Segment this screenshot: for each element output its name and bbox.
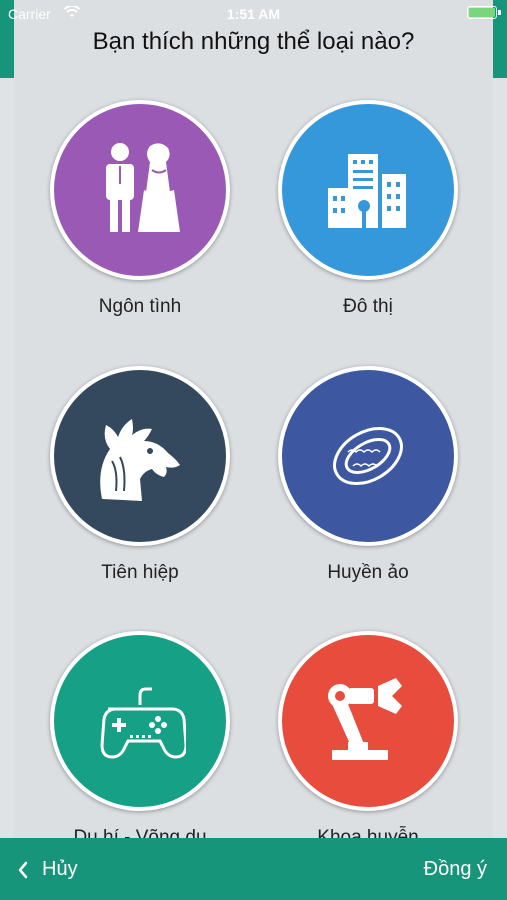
left-gutter xyxy=(0,78,14,838)
magic-ring-icon xyxy=(333,427,403,485)
agree-button[interactable]: Đồng ý xyxy=(424,858,487,881)
page-title: Bạn thích những thể loại nào? xyxy=(92,28,415,55)
genre-circle[interactable] xyxy=(50,100,230,280)
dragon-icon xyxy=(100,419,180,501)
genre-label: Khoa huyễn xyxy=(317,827,419,838)
genre-item-xianxia[interactable]: Tiên hiệp xyxy=(48,366,232,584)
genre-label: Tiên hiệp xyxy=(101,562,179,583)
bottom-bar: Hủy Đồng ý xyxy=(0,838,507,900)
cancel-button[interactable]: Hủy xyxy=(18,858,78,881)
battery-icon xyxy=(467,6,501,19)
genre-panel: Bạn thích những thể loại nào? Ngôn tình xyxy=(14,0,493,838)
genre-item-fantasy[interactable]: Huyền ảo xyxy=(276,366,460,584)
right-gutter xyxy=(493,78,507,838)
city-buildings-icon xyxy=(328,154,406,228)
genre-label: Du hí - Võng du xyxy=(73,827,207,838)
couple-icon xyxy=(106,143,180,232)
cancel-label: Hủy xyxy=(42,858,78,880)
genre-item-scifi[interactable]: Khoa huyễn xyxy=(276,631,460,838)
genre-item-romance[interactable]: Ngôn tình xyxy=(48,100,232,318)
genre-label: Ngôn tình xyxy=(98,296,182,317)
genre-circle[interactable] xyxy=(50,631,230,811)
genre-item-games[interactable]: Du hí - Võng du xyxy=(48,631,232,838)
robot-arm-icon xyxy=(328,678,402,760)
chevron-left-icon xyxy=(18,861,28,878)
genre-circle[interactable] xyxy=(278,366,458,546)
genre-circle[interactable] xyxy=(278,631,458,811)
status-time: 1:51 AM xyxy=(226,6,281,22)
genre-circle[interactable] xyxy=(50,366,230,546)
gamepad-icon xyxy=(100,687,186,759)
genre-label: Huyền ảo xyxy=(327,562,409,583)
genre-circle[interactable] xyxy=(278,100,458,280)
genre-item-urban[interactable]: Đô thị xyxy=(276,100,460,318)
genre-label: Đô thị xyxy=(343,296,393,317)
status-bar: Carrier 1:51 AM xyxy=(0,0,507,26)
